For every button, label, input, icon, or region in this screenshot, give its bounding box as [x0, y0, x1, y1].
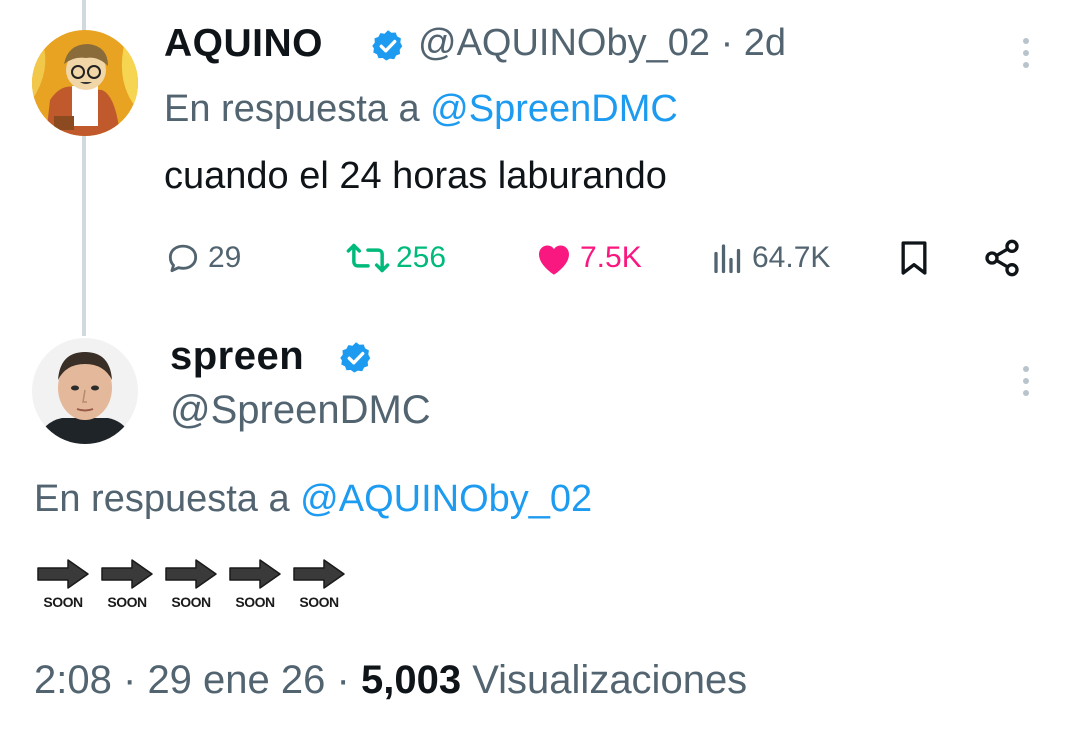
reply-tweet-text: cuando el 24 horas laburando [164, 155, 667, 197]
soon-emoji: SOON [226, 556, 282, 616]
tweet-meta: 2:08 · 29 ene 26 · 5,003 Visualizaciones [34, 658, 747, 703]
more-icon[interactable] [1014, 36, 1038, 70]
main-author-handle[interactable]: @SpreenDMC [170, 388, 431, 433]
main-reply-context: En respuesta a @AQUINOby_02 [34, 478, 592, 521]
views-count: 64.7K [752, 241, 831, 274]
soon-label: SOON [171, 594, 211, 610]
tweet-time[interactable]: 2:08 [34, 658, 112, 702]
verified-badge-icon [370, 28, 406, 64]
reply-context: En respuesta a @SpreenDMC [164, 88, 678, 131]
views-icon [710, 239, 746, 277]
bookmark-icon [894, 237, 934, 279]
main-author-name[interactable]: spreen [170, 334, 304, 379]
like-action[interactable]: 7.5K [534, 236, 642, 280]
reply-prefix: En respuesta a [34, 478, 290, 520]
soon-label: SOON [235, 594, 275, 610]
soon-arrow-icon [165, 559, 217, 589]
avatar-aquino[interactable] [32, 30, 138, 136]
soon-arrow-icon [293, 559, 345, 589]
reply-author-name[interactable]: AQUINO [164, 22, 323, 66]
soon-label: SOON [43, 594, 83, 610]
reply-icon [164, 239, 202, 277]
soon-label: SOON [299, 594, 339, 610]
like-icon [534, 239, 574, 277]
share-button[interactable] [982, 236, 1022, 280]
view-count: 5,003 [360, 658, 462, 702]
like-count: 7.5K [580, 241, 642, 274]
soon-arrow-icon [37, 559, 89, 589]
reply-prefix: En respuesta a [164, 88, 420, 130]
soon-arrow-icon [101, 559, 153, 589]
soon-label: SOON [107, 594, 147, 610]
avatar-spreen[interactable] [32, 338, 138, 444]
bookmark-button[interactable] [894, 236, 934, 280]
share-icon [982, 238, 1022, 278]
retweet-action[interactable]: 256 [346, 236, 446, 280]
reply-time-ago[interactable]: 2d [744, 22, 786, 64]
views-label: Visualizaciones [472, 658, 748, 702]
separator-dot: · [720, 22, 734, 64]
reply-count: 29 [208, 241, 242, 274]
reply-target-link[interactable]: @SpreenDMC [430, 88, 678, 130]
soon-emoji: SOON [162, 556, 218, 616]
separator-dot: · [336, 658, 350, 702]
soon-emoji-row: SOON SOON SOON SOON SOON [34, 556, 346, 616]
reply-author-handle[interactable]: @AQUINOby_02 [418, 22, 710, 64]
reply-target-link[interactable]: @AQUINOby_02 [300, 478, 592, 520]
reply-action[interactable]: 29 [164, 236, 241, 280]
soon-emoji: SOON [290, 556, 346, 616]
soon-emoji: SOON [98, 556, 154, 616]
soon-emoji: SOON [34, 556, 90, 616]
soon-arrow-icon [229, 559, 281, 589]
reply-author-handle-line: @AQUINOby_02 · 2d [418, 22, 786, 65]
views-action[interactable]: 64.7K [710, 236, 830, 280]
more-icon[interactable] [1014, 364, 1038, 398]
verified-badge-icon [338, 340, 374, 376]
retweet-count: 256 [396, 241, 447, 274]
tweet-date[interactable]: 29 ene 26 [147, 658, 325, 702]
separator-dot: · [122, 658, 137, 702]
retweet-icon [346, 239, 390, 277]
